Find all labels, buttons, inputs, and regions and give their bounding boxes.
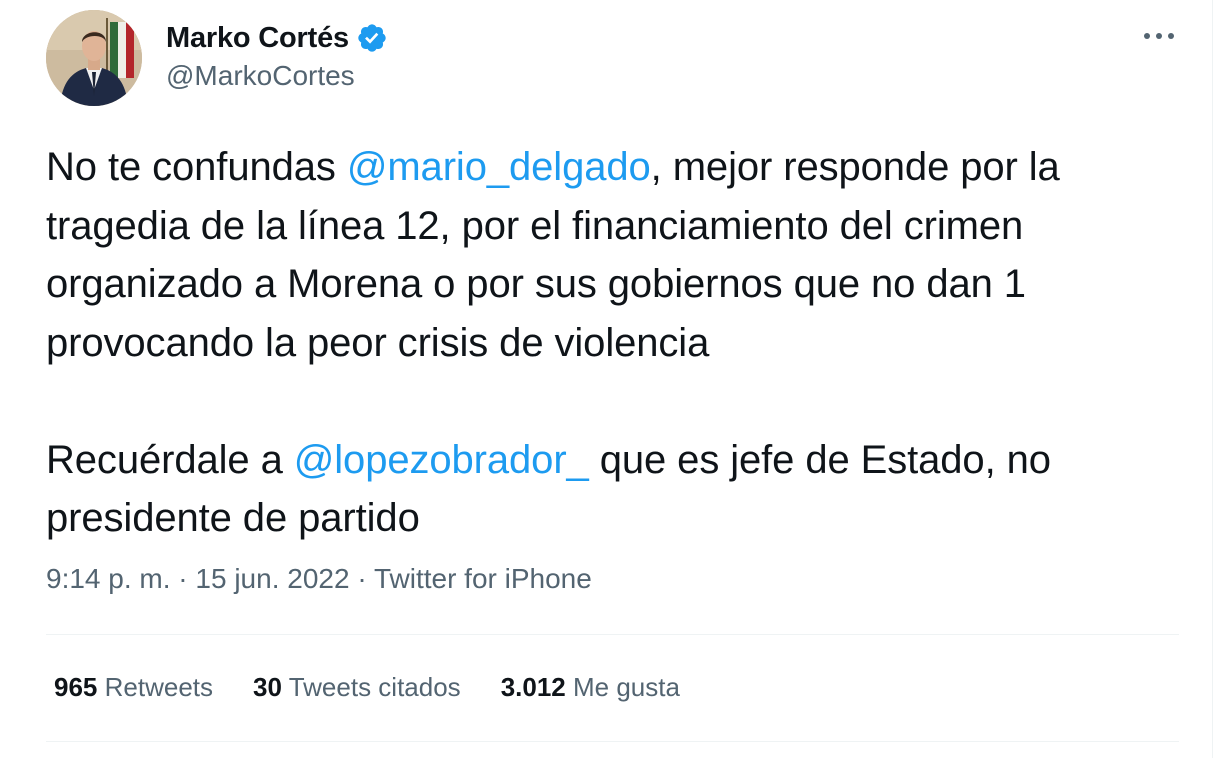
- quote-tweets-label: Tweets citados: [288, 672, 461, 702]
- tweet-stats: 965 Retweets 30 Tweets citados 3.012 Me …: [54, 672, 720, 703]
- tweet-paragraph-2: Recuérdale a @lopezobrador_ que es jefe …: [46, 431, 1196, 548]
- likes-stat[interactable]: 3.012 Me gusta: [501, 672, 680, 703]
- retweets-count: 965: [54, 672, 98, 702]
- quote-tweets-stat[interactable]: 30 Tweets citados: [253, 672, 461, 703]
- mention-link[interactable]: @mario_delgado: [347, 145, 651, 189]
- tweet-text-segment: No te confundas: [46, 145, 347, 189]
- divider: [46, 741, 1179, 742]
- author-name-row[interactable]: Marko Cortés: [166, 18, 388, 58]
- tweet-detail: Marko Cortés @MarkoCortes No te confunda…: [0, 0, 1228, 758]
- meta-separator: ·: [349, 563, 374, 594]
- meta-separator: ·: [170, 563, 196, 594]
- tweet-text-segment: Recuérdale a: [46, 437, 294, 482]
- avatar[interactable]: [46, 10, 142, 106]
- retweets-stat[interactable]: 965 Retweets: [54, 672, 213, 703]
- likes-label: Me gusta: [573, 672, 680, 702]
- divider: [46, 634, 1179, 635]
- tweet-time[interactable]: 9:14 p. m.: [46, 563, 171, 594]
- retweets-label: Retweets: [104, 672, 214, 702]
- quote-tweets-count: 30: [253, 672, 282, 702]
- author-display-name[interactable]: Marko Cortés: [166, 22, 349, 55]
- more-options-icon[interactable]: [1140, 20, 1180, 52]
- tweet-date[interactable]: 15 jun. 2022: [195, 563, 349, 594]
- author-handle[interactable]: @MarkoCortes: [166, 60, 355, 92]
- tweet-source[interactable]: Twitter for iPhone: [374, 563, 592, 594]
- mention-link[interactable]: @lopezobrador_: [294, 438, 589, 482]
- tweet-paragraph-1: No te confundas @mario_delgado, mejor re…: [46, 138, 1196, 372]
- column-border: [1212, 0, 1213, 758]
- likes-count: 3.012: [500, 672, 566, 702]
- verified-badge-icon: [356, 22, 388, 54]
- tweet-text: No te confundas @mario_delgado, mejor re…: [46, 138, 1196, 548]
- tweet-meta: 9:14 p. m. · 15 jun. 2022 · Twitter for …: [46, 563, 592, 595]
